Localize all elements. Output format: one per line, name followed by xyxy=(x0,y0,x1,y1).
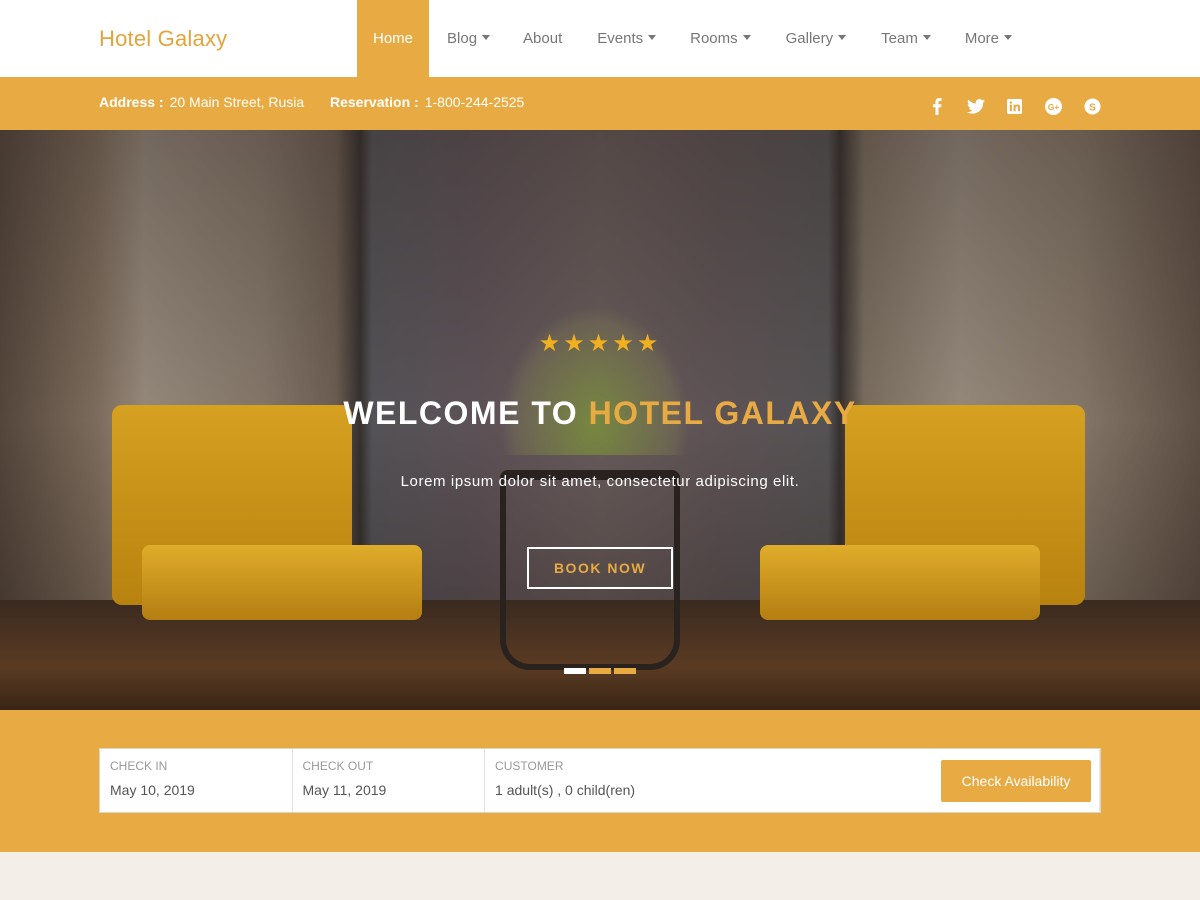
chevron-down-icon xyxy=(742,35,751,40)
main-menu: Home Blog About Events Rooms Gallery Tea… xyxy=(357,0,1022,77)
checkout-value[interactable]: May 11, 2019 xyxy=(303,782,475,798)
nav-rooms-label: Rooms xyxy=(690,30,738,47)
plant-image xyxy=(500,305,690,455)
hero-subtitle: Lorem ipsum dolor sit amet, consectetur … xyxy=(400,473,800,490)
slider-dot-1[interactable] xyxy=(564,668,586,674)
nav-team[interactable]: Team xyxy=(864,0,949,77)
nav-more[interactable]: More xyxy=(949,0,1022,77)
chevron-down-icon xyxy=(922,35,931,40)
slider-dot-2[interactable] xyxy=(589,668,611,674)
nav-home[interactable]: Home xyxy=(357,0,430,77)
chair-image-right xyxy=(760,405,1085,620)
checkout-field[interactable]: CHECK OUT May 11, 2019 xyxy=(293,749,486,812)
address-value: 20 Main Street, Rusia xyxy=(169,94,305,110)
svg-text:G+: G+ xyxy=(1048,101,1060,111)
social-links: G+ S xyxy=(917,96,1112,116)
google-plus-icon[interactable]: G+ xyxy=(1034,96,1073,116)
address-info: Address : 20 Main Street, Rusia xyxy=(99,94,304,110)
nav-rooms[interactable]: Rooms xyxy=(674,0,769,77)
top-navbar: Hotel Galaxy Home Blog About Events Room… xyxy=(0,0,1200,77)
hero-title-prefix: WELCOME TO xyxy=(343,395,579,431)
page-bottom xyxy=(0,852,1200,900)
hero-title-highlight: HOTEL GALAXY xyxy=(588,395,857,431)
svg-text:S: S xyxy=(1089,102,1096,113)
skype-icon[interactable]: S xyxy=(1073,96,1112,116)
checkin-value[interactable]: May 10, 2019 xyxy=(110,782,282,798)
info-bar: Address : 20 Main Street, Rusia Reservati… xyxy=(0,77,1200,130)
address-label: Address : xyxy=(99,94,164,110)
booking-section: CHECK IN May 10, 2019 CHECK OUT May 11, … xyxy=(0,710,1200,852)
chevron-down-icon xyxy=(838,35,847,40)
site-logo[interactable]: Hotel Galaxy xyxy=(99,26,227,52)
nav-gallery[interactable]: Gallery xyxy=(769,0,865,77)
slider-dot-3[interactable] xyxy=(614,668,636,674)
nav-more-label: More xyxy=(964,30,1000,47)
chevron-down-icon xyxy=(648,35,657,40)
rating-stars-icon: ★★★★★ xyxy=(538,330,662,357)
reservation-value[interactable]: 1-800-244-2525 xyxy=(425,94,525,110)
checkin-label: CHECK IN xyxy=(110,759,168,773)
linkedin-icon[interactable] xyxy=(995,96,1034,116)
nav-home-label: Home xyxy=(373,30,414,47)
nav-team-label: Team xyxy=(881,30,918,47)
slider-indicators xyxy=(564,668,636,674)
nav-events[interactable]: Events xyxy=(580,0,674,77)
chevron-down-icon xyxy=(1004,35,1013,40)
checkout-label: CHECK OUT xyxy=(302,759,374,773)
check-availability-button[interactable]: Check Availability xyxy=(941,760,1091,802)
checkin-field[interactable]: CHECK IN May 10, 2019 xyxy=(100,749,293,812)
book-now-button[interactable]: BOOK NOW xyxy=(527,547,673,589)
hero-title: WELCOME TO HOTEL GALAXY xyxy=(0,395,1200,432)
nav-blog[interactable]: Blog xyxy=(429,0,508,77)
reservation-label: Reservation : xyxy=(330,94,419,110)
booking-form: CHECK IN May 10, 2019 CHECK OUT May 11, … xyxy=(99,748,1101,813)
nav-about[interactable]: About xyxy=(508,0,580,77)
reservation-info: Reservation : 1-800-244-2525 xyxy=(330,94,524,110)
chevron-down-icon xyxy=(482,35,491,40)
nav-gallery-label: Gallery xyxy=(785,30,834,47)
hero-slider: ★★★★★ WELCOME TO HOTEL GALAXY Lorem ipsu… xyxy=(0,130,1200,710)
twitter-icon[interactable] xyxy=(956,96,995,116)
nav-blog-label: Blog xyxy=(447,30,478,47)
chair-image-left xyxy=(112,405,422,620)
nav-about-label: About xyxy=(523,30,563,47)
facebook-icon[interactable] xyxy=(917,96,956,116)
nav-events-label: Events xyxy=(597,30,644,47)
